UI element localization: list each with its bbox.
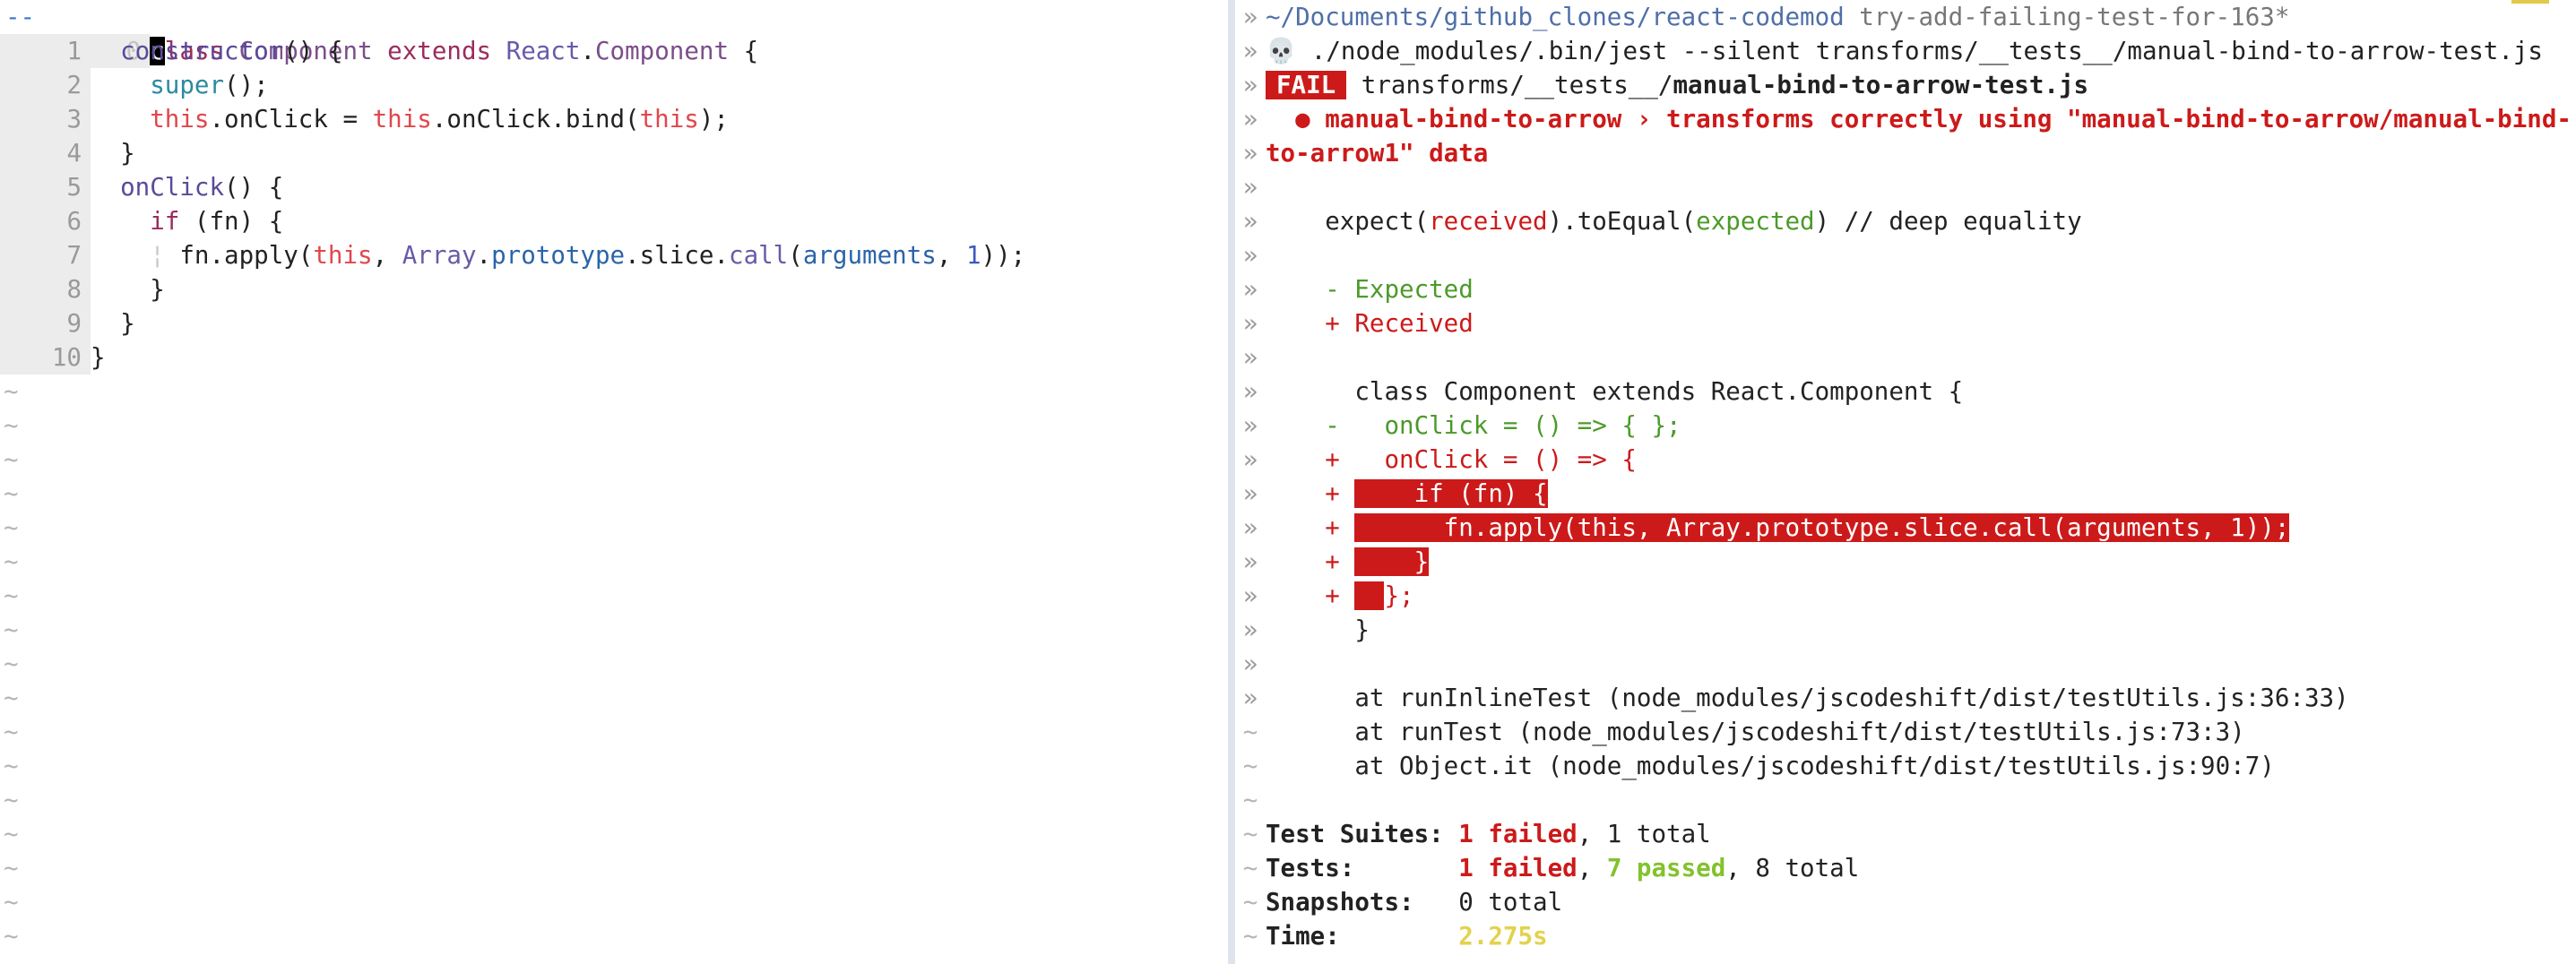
stack-trace-line: » at runInlineTest (node_modules/jscodes… <box>1242 684 2349 712</box>
fail-line: » FAIL transforms/__tests__/manual-bind-t… <box>1242 71 2089 99</box>
editor-line-7[interactable]: 7 ¦ fn.apply(this, Array.prototype.slice… <box>0 238 1228 272</box>
summary-suites: ~ Test Suites: 1 failed, 1 total <box>1242 820 1711 848</box>
editor-line-1[interactable]: 1 constructor() { <box>0 34 1228 68</box>
empty-line-tilde: ~ <box>4 513 19 542</box>
diff-line-plus: » + onClick = () => { <box>1242 445 1637 474</box>
empty-line-tilde: ~ <box>4 411 19 440</box>
status-flag <box>2511 0 2549 4</box>
editor-line-8[interactable]: 8 } <box>0 272 1228 306</box>
line-number: 1 <box>0 34 91 68</box>
git-branch: try-add-failing-test-for-163* <box>1844 3 2290 31</box>
line-number: 2 <box>0 68 91 102</box>
legend-received: » + Received <box>1242 309 1474 338</box>
summary-time: ~ Time: 2.275s <box>1242 922 1548 951</box>
diff-line-plus: » + fn.apply(this, Array.prototype.slice… <box>1242 513 2290 542</box>
empty-line-tilde: ~ <box>4 615 19 644</box>
summary-tests: ~ Tests: 1 failed, 7 passed, 8 total <box>1242 854 1860 882</box>
code-editor-pane[interactable]: -- 0 class Component extends React.Compone… <box>0 0 1228 964</box>
empty-line-tilde: ~ <box>4 922 19 951</box>
empty-line-tilde: ~ <box>4 479 19 508</box>
cwd-path: ~/Documents/github_clones/react-codemod <box>1266 3 1845 31</box>
fail-badge: FAIL <box>1266 71 1347 99</box>
empty-line-tilde: ~ <box>4 445 19 474</box>
line-number: 7 <box>0 238 91 272</box>
empty-line-tilde: ~ <box>4 854 19 882</box>
diff-line: » } <box>1242 615 1370 644</box>
diff-line-plus: » + if (fn) { <box>1242 479 1548 508</box>
editor-line-3[interactable]: 3 this.onClick = this.onClick.bind(this)… <box>0 102 1228 136</box>
diff-line-minus: » - onClick = () => { }; <box>1242 411 1681 440</box>
stack-trace-line: ~ at Object.it (node_modules/jscodeshift… <box>1242 752 2275 780</box>
editor-line-5[interactable]: 5 onClick() { <box>0 170 1228 204</box>
indent-guide: ¦ <box>150 241 165 270</box>
editor-line-6[interactable]: 6 if (fn) { <box>0 204 1228 238</box>
expect-line: » expect(received).toEqual(expected) // … <box>1242 207 2082 236</box>
empty-line-tilde: ~ <box>4 752 19 780</box>
split-divider[interactable] <box>1228 0 1235 964</box>
line-number: 6 <box>0 204 91 238</box>
editor-line-9[interactable]: 9 } <box>0 306 1228 340</box>
test-title-line-2: » to-arrow1" data <box>1242 139 1489 168</box>
line-number: 10 <box>0 340 91 374</box>
empty-line-tilde: ~ <box>4 547 19 576</box>
empty-line-tilde: ~ <box>4 786 19 814</box>
empty-line-tilde: ~ <box>4 888 19 917</box>
diff-line-plus: » + } <box>1242 547 1430 576</box>
editor-line-0[interactable]: -- 0 class Component extends React.Compone… <box>0 0 1228 68</box>
command-text: ./node_modules/.bin/jest --silent transf… <box>1296 37 2543 65</box>
stack-trace-line: ~ at runTest (node_modules/jscodeshift/d… <box>1242 718 2245 746</box>
empty-line-tilde: ~ <box>4 820 19 848</box>
line-number: 9 <box>0 306 91 340</box>
line-number: 4 <box>0 136 91 170</box>
diff-line: » class Component extends React.Componen… <box>1242 377 1964 406</box>
empty-line-tilde: ~ <box>4 581 19 610</box>
prompt-line: » ~/Documents/github_clones/react-codemod… <box>1242 3 2290 31</box>
line-number: 5 <box>0 170 91 204</box>
empty-buffer-lines: ~ ~ ~ ~ ~ ~ ~ ~ ~ ~ ~ ~ ~ ~ ~ ~ ~ <box>0 374 1228 953</box>
diff-line-plus: » + }; <box>1242 581 1414 610</box>
test-title-line-1: » ● manual-bind-to-arrow › transforms co… <box>1242 105 2572 133</box>
line-number: 8 <box>0 272 91 306</box>
skull-icon: 💀 <box>1266 37 1297 65</box>
summary-snapshots: ~ Snapshots: 0 total <box>1242 888 1563 917</box>
editor-line-2[interactable]: 2 super(); <box>0 68 1228 102</box>
empty-line-tilde: ~ <box>4 684 19 712</box>
terminal-pane[interactable]: » ~/Documents/github_clones/react-codemod… <box>1235 0 2576 964</box>
empty-line-tilde: ~ <box>4 377 19 406</box>
legend-expected: » - Expected <box>1242 275 1474 304</box>
git-sign: -- <box>5 3 36 31</box>
editor-line-4[interactable]: 4 } <box>0 136 1228 170</box>
line-number: 3 <box>0 102 91 136</box>
empty-line-tilde: ~ <box>4 718 19 746</box>
editor-line-10[interactable]: 10} <box>0 340 1228 374</box>
empty-line-tilde: ~ <box>4 650 19 678</box>
command-line: » 💀 ./node_modules/.bin/jest --silent tra… <box>1242 37 2543 65</box>
